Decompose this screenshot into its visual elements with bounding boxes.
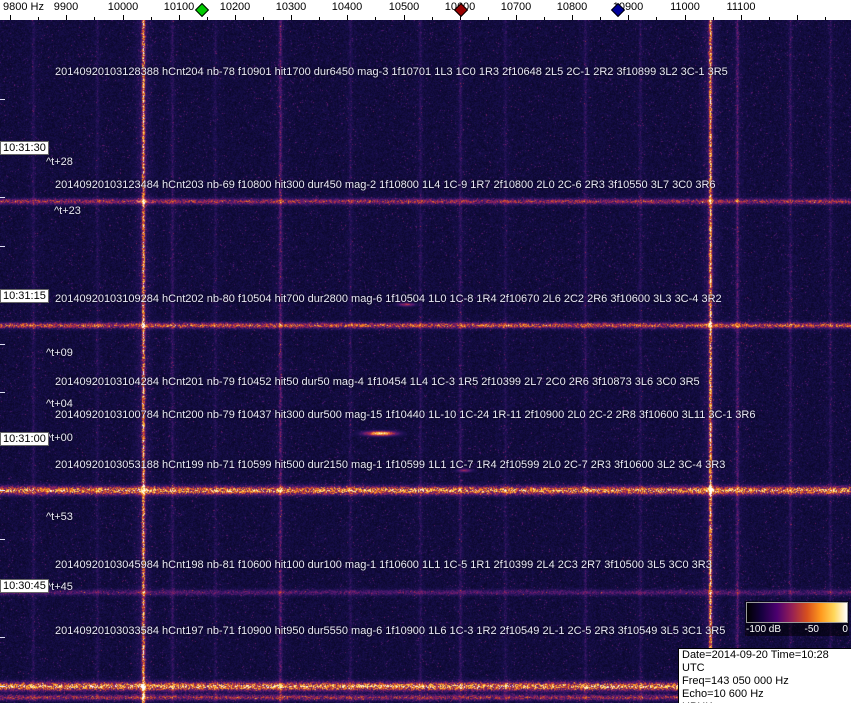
frequency-axis: 9800 Hz 9900 10000 10100 10200 10300 10400 1050… — [0, 0, 851, 20]
freq-major-tick — [685, 15, 686, 20]
freq-minor-tick — [38, 17, 39, 20]
time-offset-label: ^t+04 — [46, 398, 73, 410]
freq-major-tick — [10, 15, 11, 20]
time-offset-label: ^t+23 — [54, 205, 81, 217]
freq-major-tick — [123, 15, 124, 20]
freq-tick-label: 11100 — [726, 1, 756, 13]
colorbar-labels: -100 dB -50 0 — [746, 624, 848, 635]
detection-line: 20140920103033584 hCnt197 nb-71 f10900 h… — [55, 625, 726, 637]
time-offset-label: ^t+28 — [46, 156, 73, 168]
time-label: 10:30:45 — [0, 579, 49, 593]
freq-major-tick — [404, 15, 405, 20]
freq-minor-tick — [544, 17, 545, 20]
detection-line: 20140920103128388 hCnt204 nb-78 f10901 h… — [55, 66, 728, 78]
freq-major-tick — [741, 15, 742, 20]
freq-minor-tick — [656, 17, 657, 20]
freq-minor-tick — [825, 17, 826, 20]
colorbar-min-label: -100 dB — [746, 624, 782, 635]
freq-major-tick — [291, 15, 292, 20]
freq-major-tick — [347, 15, 348, 20]
freq-tick-label: 10400 — [331, 1, 363, 13]
time-tick — [0, 197, 5, 198]
detection-line: 20140920103104284 hCnt201 nb-79 f10452 h… — [55, 376, 700, 388]
colorbar-mid-label: -50 — [804, 624, 819, 635]
time-label: 10:31:30 — [0, 141, 49, 155]
time-offset-label: ^t+45 — [46, 581, 73, 593]
freq-tick-label: 10500 — [388, 1, 420, 13]
time-offset-label: ^t+00 — [46, 432, 73, 444]
freq-minor-tick — [375, 17, 376, 20]
time-tick — [0, 490, 5, 491]
time-tick — [0, 392, 5, 393]
freq-tick-label: 9800 Hz — [3, 1, 44, 13]
freq-minor-tick — [432, 17, 433, 20]
freq-major-tick — [516, 15, 517, 20]
freq-tick-label: 11000 — [670, 1, 700, 13]
info-echo: Echo=10 600 Hz — [682, 688, 764, 700]
freq-minor-tick — [94, 17, 95, 20]
detection-line: 20140920103053188 hCnt199 nb-71 f10599 h… — [55, 459, 726, 471]
time-label: 10:31:00 — [0, 432, 49, 446]
freq-minor-tick — [488, 17, 489, 20]
freq-major-tick — [628, 15, 629, 20]
freq-minor-tick — [319, 17, 320, 20]
overlay-layer: 20140920103128388 hCnt204 nb-78 f10901 h… — [0, 0, 851, 703]
freq-major-tick — [797, 15, 798, 20]
detection-line: 20140920103100784 hCnt200 nb-79 f10437 h… — [55, 409, 756, 421]
freq-minor-tick — [263, 17, 264, 20]
green-diamond-marker — [194, 2, 210, 18]
freq-minor-tick — [600, 17, 601, 20]
time-tick — [0, 686, 5, 687]
colorbar-max-label: 0 — [842, 624, 848, 635]
time-tick — [0, 99, 5, 100]
time-label: 10:31:15 — [0, 289, 49, 303]
freq-tick-label: 10100 — [163, 1, 195, 13]
freq-major-tick — [179, 15, 180, 20]
detection-line: 20140920103045984 hCnt198 nb-81 f10600 h… — [55, 559, 712, 571]
info-frequency: Freq=143 050 000 Hz — [682, 675, 789, 687]
freq-tick-label: 10000 — [107, 1, 139, 13]
info-box: Date=2014-09-20 Time=10:28 UTC Freq=143 … — [678, 648, 851, 703]
freq-tick-label: 10300 — [275, 1, 307, 13]
detection-line: 20140920103109284 hCnt202 nb-80 f10504 h… — [55, 293, 722, 305]
freq-major-tick — [572, 15, 573, 20]
freq-minor-tick — [769, 17, 770, 20]
time-tick — [0, 246, 5, 247]
freq-major-tick — [66, 15, 67, 20]
time-tick — [0, 539, 5, 540]
freq-major-tick — [235, 15, 236, 20]
time-tick — [0, 344, 5, 345]
time-offset-label: ^t+53 — [46, 511, 73, 523]
freq-tick-label: 10800 — [556, 1, 588, 13]
freq-tick-label: 10700 — [500, 1, 532, 13]
colorbar-gradient — [746, 602, 848, 623]
freq-tick-label: 9900 — [53, 1, 79, 13]
freq-minor-tick — [151, 17, 152, 20]
spectrogram-app: 9800 Hz 9900 10000 10100 10200 10300 10400 1050… — [0, 0, 851, 703]
freq-minor-tick — [713, 17, 714, 20]
time-tick — [0, 637, 5, 638]
time-offset-label: ^t+09 — [46, 347, 73, 359]
freq-minor-tick — [207, 17, 208, 20]
detection-line: 20140920103123484 hCnt203 nb-69 f10800 h… — [55, 179, 716, 191]
freq-tick-label: 10200 — [219, 1, 251, 13]
colorbar: -100 dB -50 0 — [745, 601, 849, 636]
info-date-time: Date=2014-09-20 Time=10:28 UTC — [682, 649, 829, 674]
